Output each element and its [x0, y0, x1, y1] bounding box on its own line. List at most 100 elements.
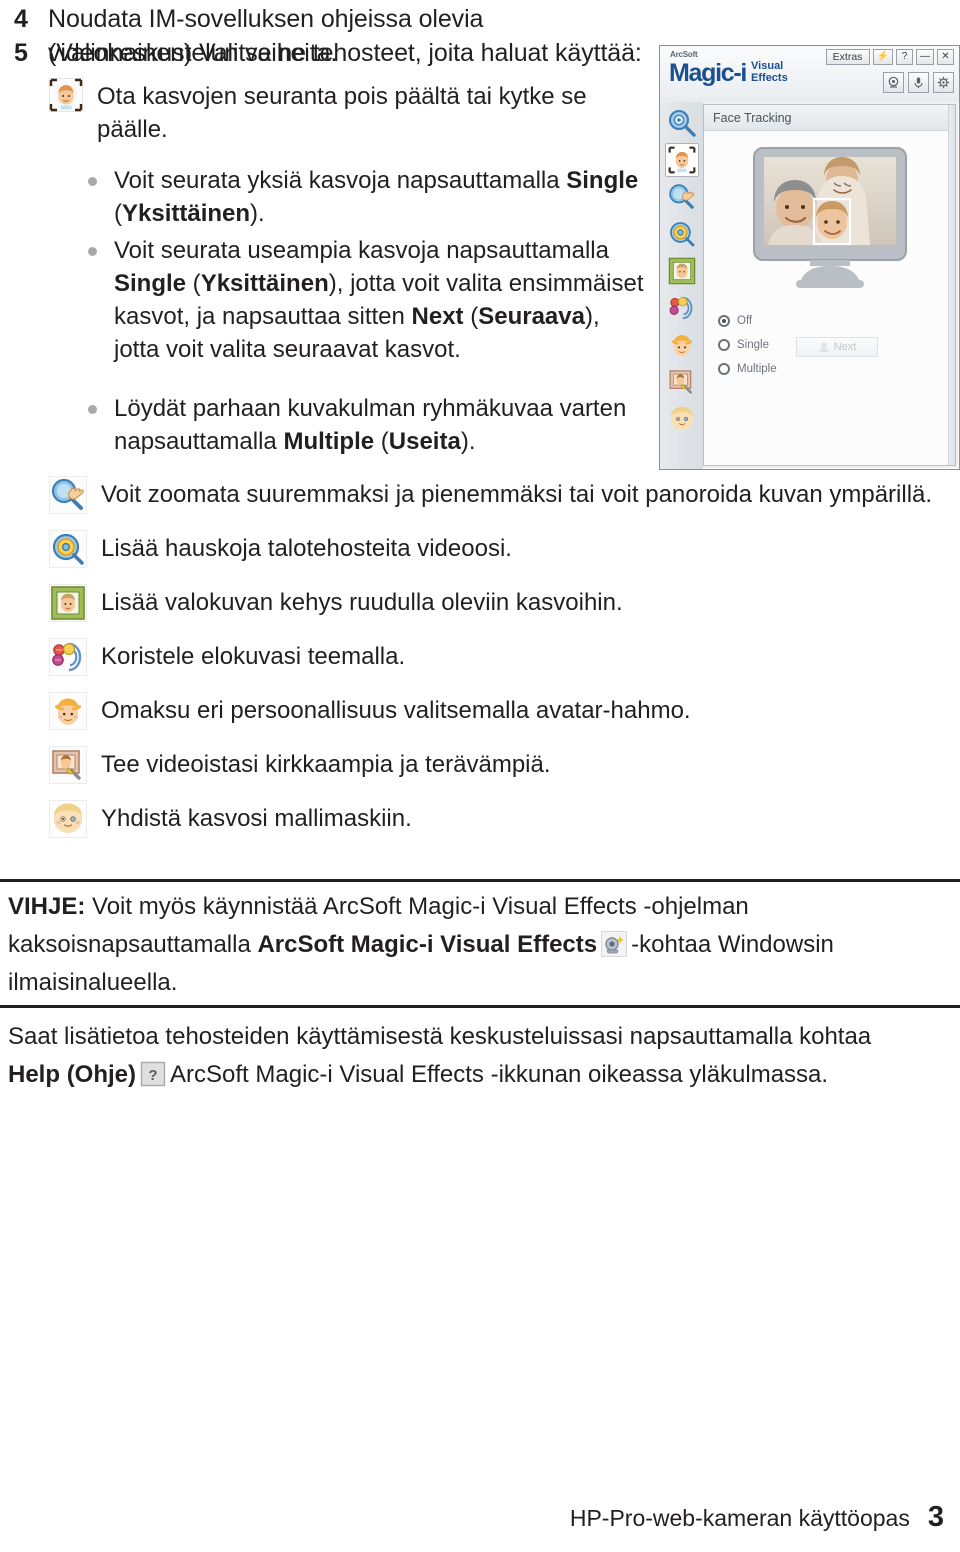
- app-body: Face Tracking Off Single Multiple Next: [660, 102, 959, 469]
- radio-off-indicator[interactable]: [718, 315, 730, 327]
- effect-text-theme: Koristele elokuvasi teemalla.: [101, 643, 406, 670]
- face-tracking-text: Ota kasvojen seuranta pois päältä tai ky…: [97, 83, 587, 143]
- radio-multiple-indicator[interactable]: [718, 363, 730, 375]
- bullet-item-single: Voit seurata yksiä kasvoja napsauttamall…: [88, 164, 650, 230]
- help-note-line1: Saat lisätietoa tehosteiden käyttämisest…: [8, 1023, 872, 1050]
- tip-label: VIHJE:: [8, 893, 86, 920]
- sidebar-item-theme[interactable]: [665, 291, 699, 325]
- effect-item-avatar: Omaksu eri persoonallisuus valitsemalla …: [49, 692, 954, 730]
- help-note: Saat lisätietoa tehosteiden käyttämisest…: [8, 1018, 938, 1094]
- arcsoft-magic-i-window: ArcSoft Magic-i Visual Effects Extras ⚡ …: [659, 45, 960, 470]
- divider-top: [0, 879, 960, 882]
- page-root: 4 Noudata IM-sovelluksen ohjeissa olevia…: [0, 0, 960, 1552]
- app-main-panel: Face Tracking Off Single Multiple Next: [703, 104, 956, 466]
- radio-off-label: Off: [737, 315, 753, 327]
- bullet-text-multiple-faces: Voit seurata useampia kasvoja napsauttam…: [114, 237, 644, 363]
- effect-item-zoom-pan: Voit zoomata suuremmaksi ja pienemmäksi …: [49, 476, 954, 514]
- effect-text-avatar: Omaksu eri persoonallisuus valitsemalla …: [101, 697, 691, 724]
- bullet-text-group-angle: Löydät parhaan kuvakulman ryhmäkuvaa var…: [114, 395, 627, 455]
- help-icon-button[interactable]: ?: [896, 49, 913, 65]
- effect-text-photo-frame: Lisää valokuvan kehys ruudulla oleviin k…: [101, 589, 623, 616]
- tip-app-name: ArcSoft Magic-i Visual Effects: [257, 931, 598, 958]
- microphone-icon: [914, 77, 923, 88]
- radio-multiple[interactable]: Multiple: [718, 363, 777, 375]
- effect-text-house-effects: Lisää hauskoja talotehosteita videoosi.: [101, 535, 512, 562]
- brand-visual-effects-label: Visual Effects: [751, 60, 788, 84]
- app-titlebar: ArcSoft Magic-i Visual Effects Extras ⚡ …: [660, 46, 959, 102]
- minimize-button[interactable]: —: [916, 49, 934, 65]
- brand-arcsoft-label: ArcSoft: [670, 50, 698, 59]
- extras-button[interactable]: Extras: [825, 49, 870, 65]
- effect-item-enhance-video: Tee videoistasi kirkkaampia ja terävämpi…: [49, 746, 954, 784]
- sidebar-item-face-tracking[interactable]: [664, 143, 699, 177]
- monitor-illustration: [752, 146, 907, 288]
- effect-item-face-tracking: Ota kasvojen seuranta pois päältä tai ky…: [49, 78, 649, 146]
- help-question-icon: ?: [140, 1061, 166, 1087]
- sidebar-item-photo-frame[interactable]: [665, 254, 699, 288]
- tray-app-icon: [601, 931, 628, 957]
- settings-button[interactable]: [933, 72, 954, 93]
- help-label-fi: (Ohje): [66, 1061, 137, 1088]
- radio-single-label: Single: [737, 339, 769, 351]
- effect-item-theme: Koristele elokuvasi teemalla.: [49, 638, 954, 676]
- camera-button[interactable]: [883, 72, 904, 93]
- enhance-video-icon: [669, 370, 692, 394]
- step-5-number: 5: [14, 39, 28, 67]
- footer-title: HP-Pro-web-kameran käyttöopas: [569, 1505, 910, 1531]
- sidebar-item-magnifier-settings[interactable]: [665, 106, 699, 140]
- sidebar-item-enhance-video[interactable]: [665, 365, 699, 399]
- microphone-button[interactable]: [908, 72, 929, 93]
- effect-text-face-mask: Yhdistä kasvosi mallimaskiin.: [101, 805, 412, 832]
- bullet-item-multiple-faces: Voit seurata useampia kasvoja napsauttam…: [88, 234, 650, 366]
- theme-icon: [49, 638, 87, 676]
- effect-item-face-mask: Yhdistä kasvosi mallimaskiin.: [49, 800, 954, 838]
- effect-item-photo-frame: Lisää valokuvan kehys ruudulla oleviin k…: [49, 584, 954, 622]
- help-note-line2: Help (Ohje)? ArcSoft Magic-i Visual Effec…: [8, 1056, 938, 1094]
- sidebar-item-face-mask[interactable]: [665, 402, 699, 436]
- face-mask-icon: [670, 406, 693, 431]
- bullet-item-group-angle: Löydät parhaan kuvakulman ryhmäkuvaa var…: [88, 392, 650, 458]
- sidebar-item-avatar[interactable]: [665, 328, 699, 362]
- zoom-pan-icon: [49, 476, 87, 514]
- radio-multiple-label: Multiple: [737, 363, 777, 375]
- brand-magic-i-label: Magic-i: [669, 59, 747, 87]
- lightning-icon-button[interactable]: ⚡: [872, 49, 893, 65]
- bullet-dot-icon: [88, 164, 114, 186]
- face-mask-icon: [49, 800, 87, 838]
- panel-scrollbar[interactable]: [948, 105, 955, 465]
- tip-block: VIHJE: Voit myös käynnistää ArcSoft Magi…: [8, 888, 938, 1002]
- zoom-pan-icon: [668, 184, 694, 209]
- house-effects-icon: [669, 222, 694, 247]
- page-footer: HP-Pro-web-kameran käyttöopas 3: [570, 1501, 944, 1534]
- app-brand-logo: ArcSoft Magic-i Visual Effects: [669, 50, 788, 86]
- step-5-text: (Valinnainen) Valitse ne tehosteet, joit…: [48, 39, 642, 67]
- brand-visual-line: Visual: [751, 60, 784, 72]
- photo-frame-icon: [668, 257, 695, 285]
- app-tool-buttons: [883, 72, 954, 93]
- close-button[interactable]: ✕: [937, 49, 954, 65]
- magnifier-settings-icon: [668, 110, 696, 137]
- next-button-label: Next: [833, 341, 857, 353]
- effect-text-zoom-pan: Voit zoomata suuremmaksi ja pienemmäksi …: [101, 481, 933, 508]
- face-tracking-icon: [49, 78, 83, 112]
- photo-frame-icon: [49, 584, 87, 622]
- enhance-video-icon: [49, 746, 87, 784]
- divider-bottom: [0, 1005, 960, 1008]
- sidebar-item-house-effects[interactable]: [665, 217, 699, 251]
- bullet-dot-icon: [88, 234, 114, 256]
- svg-text:?: ?: [148, 1067, 157, 1084]
- brand-effects-line: Effects: [751, 72, 788, 84]
- effect-item-house-effects: Lisää hauskoja talotehosteita videoosi.: [49, 530, 954, 568]
- radio-single[interactable]: Single: [718, 339, 777, 351]
- next-button[interactable]: Next: [796, 337, 878, 357]
- theme-icon: [669, 296, 692, 320]
- sidebar-item-zoom-pan[interactable]: [665, 180, 699, 214]
- effect-text-enhance-video: Tee videoistasi kirkkaampia ja terävämpi…: [101, 751, 551, 778]
- panel-title: Face Tracking: [704, 105, 955, 131]
- video-preview-illustration: [704, 131, 955, 306]
- house-effects-icon: [49, 530, 87, 568]
- radio-single-indicator[interactable]: [718, 339, 730, 351]
- step-5: 5 (Valinnainen) Valitse ne tehosteet, jo…: [14, 36, 654, 70]
- face-tracking-radio-group: Off Single Multiple: [718, 315, 777, 375]
- radio-off[interactable]: Off: [718, 315, 777, 327]
